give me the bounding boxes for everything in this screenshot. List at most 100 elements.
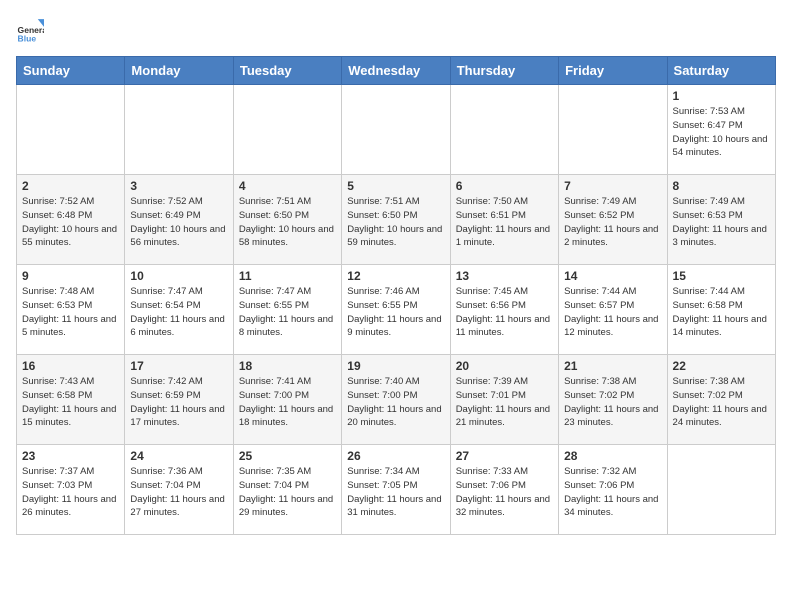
day-number: 23 [22,449,119,463]
cell-info: Sunrise: 7:32 AM Sunset: 7:06 PM Dayligh… [564,465,661,520]
day-number: 6 [456,179,553,193]
calendar-cell [342,85,450,175]
col-header-saturday: Saturday [667,57,775,85]
col-header-friday: Friday [559,57,667,85]
day-number: 12 [347,269,444,283]
logo: General Blue [16,16,44,44]
calendar-cell: 4 Sunrise: 7:51 AM Sunset: 6:50 PM Daylig… [233,175,341,265]
cell-info: Sunrise: 7:39 AM Sunset: 7:01 PM Dayligh… [456,375,553,430]
day-number: 17 [130,359,227,373]
cell-info: Sunrise: 7:53 AM Sunset: 6:47 PM Dayligh… [673,105,770,160]
cell-info: Sunrise: 7:48 AM Sunset: 6:53 PM Dayligh… [22,285,119,340]
logo-icon: General Blue [16,16,44,44]
calendar-cell: 28 Sunrise: 7:32 AM Sunset: 7:06 PM Dayli… [559,445,667,535]
calendar-cell [667,445,775,535]
day-number: 22 [673,359,770,373]
calendar-table: SundayMondayTuesdayWednesdayThursdayFrid… [16,56,776,535]
calendar-cell: 17 Sunrise: 7:42 AM Sunset: 6:59 PM Dayli… [125,355,233,445]
cell-info: Sunrise: 7:38 AM Sunset: 7:02 PM Dayligh… [673,375,770,430]
calendar-cell: 11 Sunrise: 7:47 AM Sunset: 6:55 PM Dayli… [233,265,341,355]
cell-info: Sunrise: 7:49 AM Sunset: 6:53 PM Dayligh… [673,195,770,250]
cell-info: Sunrise: 7:35 AM Sunset: 7:04 PM Dayligh… [239,465,336,520]
cell-info: Sunrise: 7:47 AM Sunset: 6:55 PM Dayligh… [239,285,336,340]
cell-info: Sunrise: 7:51 AM Sunset: 6:50 PM Dayligh… [239,195,336,250]
calendar-week-2: 9 Sunrise: 7:48 AM Sunset: 6:53 PM Daylig… [17,265,776,355]
calendar-cell: 24 Sunrise: 7:36 AM Sunset: 7:04 PM Dayli… [125,445,233,535]
day-number: 20 [456,359,553,373]
calendar-cell [233,85,341,175]
cell-info: Sunrise: 7:45 AM Sunset: 6:56 PM Dayligh… [456,285,553,340]
day-number: 15 [673,269,770,283]
calendar-cell: 20 Sunrise: 7:39 AM Sunset: 7:01 PM Dayli… [450,355,558,445]
calendar-cell: 21 Sunrise: 7:38 AM Sunset: 7:02 PM Dayli… [559,355,667,445]
day-number: 24 [130,449,227,463]
col-header-thursday: Thursday [450,57,558,85]
calendar-week-0: 1 Sunrise: 7:53 AM Sunset: 6:47 PM Daylig… [17,85,776,175]
cell-info: Sunrise: 7:33 AM Sunset: 7:06 PM Dayligh… [456,465,553,520]
day-number: 28 [564,449,661,463]
day-number: 1 [673,89,770,103]
day-number: 25 [239,449,336,463]
cell-info: Sunrise: 7:38 AM Sunset: 7:02 PM Dayligh… [564,375,661,430]
page-header: General Blue [16,16,776,44]
calendar-cell: 13 Sunrise: 7:45 AM Sunset: 6:56 PM Dayli… [450,265,558,355]
day-number: 13 [456,269,553,283]
calendar-cell [450,85,558,175]
calendar-cell: 6 Sunrise: 7:50 AM Sunset: 6:51 PM Daylig… [450,175,558,265]
cell-info: Sunrise: 7:47 AM Sunset: 6:54 PM Dayligh… [130,285,227,340]
calendar-cell: 22 Sunrise: 7:38 AM Sunset: 7:02 PM Dayli… [667,355,775,445]
day-number: 21 [564,359,661,373]
calendar-cell: 1 Sunrise: 7:53 AM Sunset: 6:47 PM Daylig… [667,85,775,175]
calendar-cell: 10 Sunrise: 7:47 AM Sunset: 6:54 PM Dayli… [125,265,233,355]
calendar-cell [125,85,233,175]
calendar-week-4: 23Sunrise: 7:37 AM Sunset: 7:03 PM Dayli… [17,445,776,535]
calendar-header-row: SundayMondayTuesdayWednesdayThursdayFrid… [17,57,776,85]
day-number: 8 [673,179,770,193]
day-number: 9 [22,269,119,283]
day-number: 19 [347,359,444,373]
day-number: 5 [347,179,444,193]
calendar-cell: 3 Sunrise: 7:52 AM Sunset: 6:49 PM Daylig… [125,175,233,265]
calendar-cell: 12 Sunrise: 7:46 AM Sunset: 6:55 PM Dayli… [342,265,450,355]
day-number: 27 [456,449,553,463]
calendar-cell: 5Sunrise: 7:51 AM Sunset: 6:50 PM Daylig… [342,175,450,265]
day-number: 14 [564,269,661,283]
day-number: 7 [564,179,661,193]
calendar-cell: 18Sunrise: 7:41 AM Sunset: 7:00 PM Dayli… [233,355,341,445]
day-number: 2 [22,179,119,193]
cell-info: Sunrise: 7:46 AM Sunset: 6:55 PM Dayligh… [347,285,444,340]
day-number: 16 [22,359,119,373]
calendar-cell [559,85,667,175]
col-header-monday: Monday [125,57,233,85]
cell-info: Sunrise: 7:36 AM Sunset: 7:04 PM Dayligh… [130,465,227,520]
calendar-cell: 19Sunrise: 7:40 AM Sunset: 7:00 PM Dayli… [342,355,450,445]
calendar-cell: 16Sunrise: 7:43 AM Sunset: 6:58 PM Dayli… [17,355,125,445]
cell-info: Sunrise: 7:52 AM Sunset: 6:48 PM Dayligh… [22,195,119,250]
svg-text:Blue: Blue [18,34,37,44]
day-number: 3 [130,179,227,193]
col-header-tuesday: Tuesday [233,57,341,85]
calendar-cell: 25 Sunrise: 7:35 AM Sunset: 7:04 PM Dayli… [233,445,341,535]
calendar-cell: 9 Sunrise: 7:48 AM Sunset: 6:53 PM Daylig… [17,265,125,355]
calendar-cell: 2 Sunrise: 7:52 AM Sunset: 6:48 PM Daylig… [17,175,125,265]
calendar-week-1: 2 Sunrise: 7:52 AM Sunset: 6:48 PM Daylig… [17,175,776,265]
calendar-cell: 15Sunrise: 7:44 AM Sunset: 6:58 PM Dayli… [667,265,775,355]
cell-info: Sunrise: 7:49 AM Sunset: 6:52 PM Dayligh… [564,195,661,250]
day-number: 4 [239,179,336,193]
cell-info: Sunrise: 7:50 AM Sunset: 6:51 PM Dayligh… [456,195,553,250]
col-header-wednesday: Wednesday [342,57,450,85]
day-number: 11 [239,269,336,283]
cell-info: Sunrise: 7:52 AM Sunset: 6:49 PM Dayligh… [130,195,227,250]
calendar-cell: 8 Sunrise: 7:49 AM Sunset: 6:53 PM Daylig… [667,175,775,265]
cell-info: Sunrise: 7:42 AM Sunset: 6:59 PM Dayligh… [130,375,227,430]
calendar-cell: 26 Sunrise: 7:34 AM Sunset: 7:05 PM Dayli… [342,445,450,535]
calendar-week-3: 16Sunrise: 7:43 AM Sunset: 6:58 PM Dayli… [17,355,776,445]
cell-info: Sunrise: 7:44 AM Sunset: 6:57 PM Dayligh… [564,285,661,340]
calendar-cell: 7 Sunrise: 7:49 AM Sunset: 6:52 PM Daylig… [559,175,667,265]
calendar-cell: 23Sunrise: 7:37 AM Sunset: 7:03 PM Dayli… [17,445,125,535]
calendar-cell [17,85,125,175]
calendar-cell: 27 Sunrise: 7:33 AM Sunset: 7:06 PM Dayli… [450,445,558,535]
day-number: 26 [347,449,444,463]
cell-info: Sunrise: 7:34 AM Sunset: 7:05 PM Dayligh… [347,465,444,520]
day-number: 10 [130,269,227,283]
